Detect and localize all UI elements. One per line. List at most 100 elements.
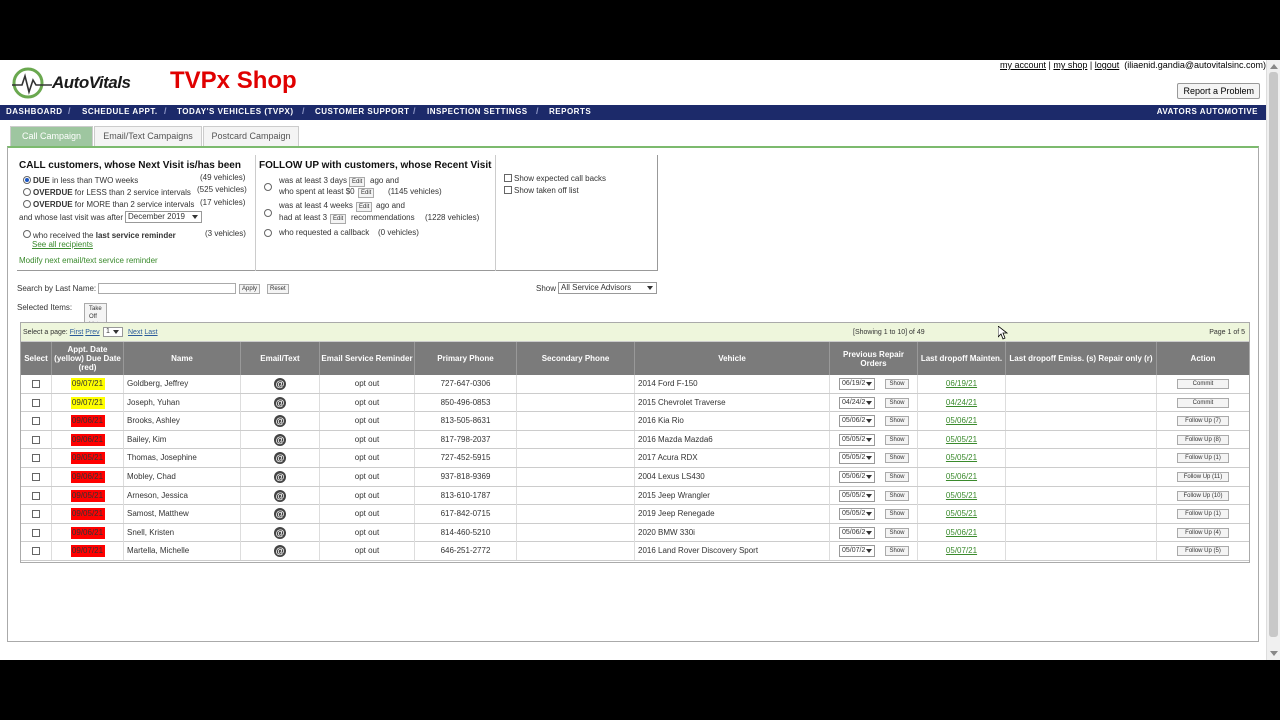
row-action-button[interactable]: Follow Up (4) bbox=[1177, 527, 1229, 538]
edit-weeks-button[interactable]: Edit bbox=[356, 202, 373, 212]
nav-customer-support[interactable]: CUSTOMER SUPPORT bbox=[315, 107, 410, 116]
email-at-icon[interactable]: @ bbox=[274, 378, 286, 390]
show-ro-button[interactable]: Show bbox=[885, 453, 909, 464]
previous-ro-select[interactable]: 05/05/2 bbox=[839, 452, 875, 465]
apply-button[interactable]: Apply bbox=[239, 284, 261, 294]
col-last-maint[interactable]: Last dropoff Mainten. bbox=[918, 342, 1006, 375]
nav-todays-vehicles[interactable]: TODAY'S VEHICLES (TVPX) bbox=[177, 107, 294, 116]
last-maint-link[interactable]: 05/05/21 bbox=[946, 491, 977, 500]
reset-button[interactable]: Reset bbox=[267, 284, 289, 294]
overdue-less-radio[interactable] bbox=[23, 188, 31, 196]
last-maint-link[interactable]: 05/05/21 bbox=[946, 453, 977, 462]
prev-page-link[interactable]: Prev bbox=[85, 329, 99, 336]
last-maint-link[interactable]: 05/07/21 bbox=[946, 546, 977, 555]
nav-reports[interactable]: REPORTS bbox=[549, 107, 591, 116]
my-shop-link[interactable]: my shop bbox=[1053, 60, 1087, 70]
row-action-button[interactable]: Commit bbox=[1177, 379, 1229, 389]
last-maint-link[interactable]: 05/05/21 bbox=[946, 435, 977, 444]
show-ro-button[interactable]: Show bbox=[885, 509, 909, 520]
email-at-icon[interactable]: @ bbox=[274, 452, 286, 465]
email-at-icon[interactable]: @ bbox=[274, 526, 286, 539]
row-select-checkbox[interactable] bbox=[32, 380, 40, 388]
first-page-link[interactable]: First bbox=[70, 329, 84, 336]
recent-days-radio[interactable] bbox=[264, 183, 272, 191]
advisor-select[interactable]: All Service Advisors bbox=[558, 282, 657, 294]
row-action-button[interactable]: Follow Up (7) bbox=[1177, 416, 1229, 427]
last-maint-link[interactable]: 06/19/21 bbox=[946, 379, 977, 388]
last-reminder-radio[interactable] bbox=[23, 230, 31, 238]
previous-ro-select[interactable]: 05/07/2 bbox=[839, 545, 875, 558]
see-all-recipients-link[interactable]: See all recipients bbox=[32, 240, 93, 249]
next-page-link[interactable]: Next bbox=[128, 329, 142, 336]
row-action-button[interactable]: Follow Up (1) bbox=[1177, 509, 1229, 520]
email-at-icon[interactable]: @ bbox=[274, 396, 286, 409]
email-at-icon[interactable]: @ bbox=[274, 415, 286, 428]
last-page-link[interactable]: Last bbox=[144, 329, 157, 336]
row-select-checkbox[interactable] bbox=[32, 510, 40, 519]
row-action-button[interactable]: Follow Up (11) bbox=[1177, 472, 1229, 482]
row-select-checkbox[interactable] bbox=[32, 547, 40, 556]
email-at-icon[interactable]: @ bbox=[274, 471, 286, 483]
email-at-icon[interactable]: @ bbox=[274, 433, 286, 446]
page-scrollbar[interactable] bbox=[1266, 60, 1280, 660]
row-action-button[interactable]: Follow Up (10) bbox=[1177, 490, 1229, 501]
previous-ro-select[interactable]: 05/06/2 bbox=[839, 471, 875, 483]
previous-ro-select[interactable]: 05/06/2 bbox=[839, 526, 875, 539]
previous-ro-select[interactable]: 05/05/2 bbox=[839, 489, 875, 502]
edit-recs-button[interactable]: Edit bbox=[330, 214, 347, 224]
show-taken-checkbox[interactable] bbox=[504, 186, 512, 194]
show-ro-button[interactable]: Show bbox=[885, 546, 909, 557]
show-ro-button[interactable]: Show bbox=[885, 527, 909, 538]
nav-inspection-settings[interactable]: INSPECTION SETTINGS bbox=[427, 107, 528, 116]
show-ro-button[interactable]: Show bbox=[885, 379, 909, 389]
last-maint-link[interactable]: 05/05/21 bbox=[946, 509, 977, 518]
row-select-checkbox[interactable] bbox=[32, 417, 40, 426]
modify-reminder-link[interactable]: Modify next email/text service reminder bbox=[19, 256, 158, 265]
tab-postcard-campaign[interactable]: Postcard Campaign bbox=[203, 126, 299, 146]
tab-email-text-campaigns[interactable]: Email/Text Campaigns bbox=[94, 126, 202, 146]
email-at-icon[interactable]: @ bbox=[274, 545, 286, 558]
scroll-up-icon[interactable] bbox=[1270, 64, 1278, 69]
show-ro-button[interactable]: Show bbox=[885, 434, 909, 445]
show-expected-checkbox[interactable] bbox=[504, 174, 512, 182]
row-select-checkbox[interactable] bbox=[32, 454, 40, 463]
overdue-more-radio[interactable] bbox=[23, 200, 31, 208]
last-maint-link[interactable]: 05/06/21 bbox=[946, 528, 977, 537]
row-action-button[interactable]: Follow Up (5) bbox=[1177, 546, 1229, 557]
my-account-link[interactable]: my account bbox=[1000, 60, 1046, 70]
last-name-input[interactable] bbox=[98, 283, 236, 294]
email-at-icon[interactable]: @ bbox=[274, 508, 286, 521]
show-ro-button[interactable]: Show bbox=[885, 490, 909, 501]
edit-spent-button[interactable]: Edit bbox=[358, 188, 375, 198]
page-select[interactable]: 1 bbox=[103, 327, 123, 337]
row-action-button[interactable]: Follow Up (8) bbox=[1177, 434, 1229, 445]
previous-ro-select[interactable]: 06/19/2 bbox=[839, 378, 875, 390]
recent-weeks-radio[interactable] bbox=[264, 209, 272, 217]
nav-schedule-appt[interactable]: SCHEDULE APPT. bbox=[82, 107, 158, 116]
previous-ro-select[interactable]: 05/05/2 bbox=[839, 508, 875, 521]
previous-ro-select[interactable]: 05/06/2 bbox=[839, 415, 875, 428]
col-vehicle[interactable]: Vehicle bbox=[635, 342, 830, 375]
row-select-checkbox[interactable] bbox=[32, 435, 40, 444]
col-appt-date[interactable]: Appt. Date (yellow) Due Date (red) bbox=[52, 342, 124, 375]
scrollbar-thumb[interactable] bbox=[1269, 72, 1278, 637]
edit-days-button[interactable]: Edit bbox=[349, 177, 366, 187]
show-ro-button[interactable]: Show bbox=[885, 416, 909, 427]
row-select-checkbox[interactable] bbox=[32, 473, 40, 481]
previous-ro-select[interactable]: 05/05/2 bbox=[839, 433, 875, 446]
row-action-button[interactable]: Commit bbox=[1177, 397, 1229, 408]
show-ro-button[interactable]: Show bbox=[885, 397, 909, 408]
last-maint-link[interactable]: 05/06/21 bbox=[946, 416, 977, 425]
last-visit-select[interactable]: December 2019 bbox=[125, 211, 202, 223]
col-name[interactable]: Name bbox=[124, 342, 241, 375]
scroll-down-icon[interactable] bbox=[1270, 651, 1278, 656]
callback-radio[interactable] bbox=[264, 229, 272, 237]
email-at-icon[interactable]: @ bbox=[274, 489, 286, 502]
row-action-button[interactable]: Follow Up (1) bbox=[1177, 453, 1229, 464]
previous-ro-select[interactable]: 04/24/2 bbox=[839, 396, 875, 409]
report-problem-button[interactable]: Report a Problem bbox=[1177, 83, 1260, 99]
nav-dashboard[interactable]: DASHBOARD bbox=[6, 107, 63, 116]
row-select-checkbox[interactable] bbox=[32, 491, 40, 500]
last-maint-link[interactable]: 04/24/21 bbox=[946, 398, 977, 407]
due-radio[interactable] bbox=[23, 176, 31, 184]
